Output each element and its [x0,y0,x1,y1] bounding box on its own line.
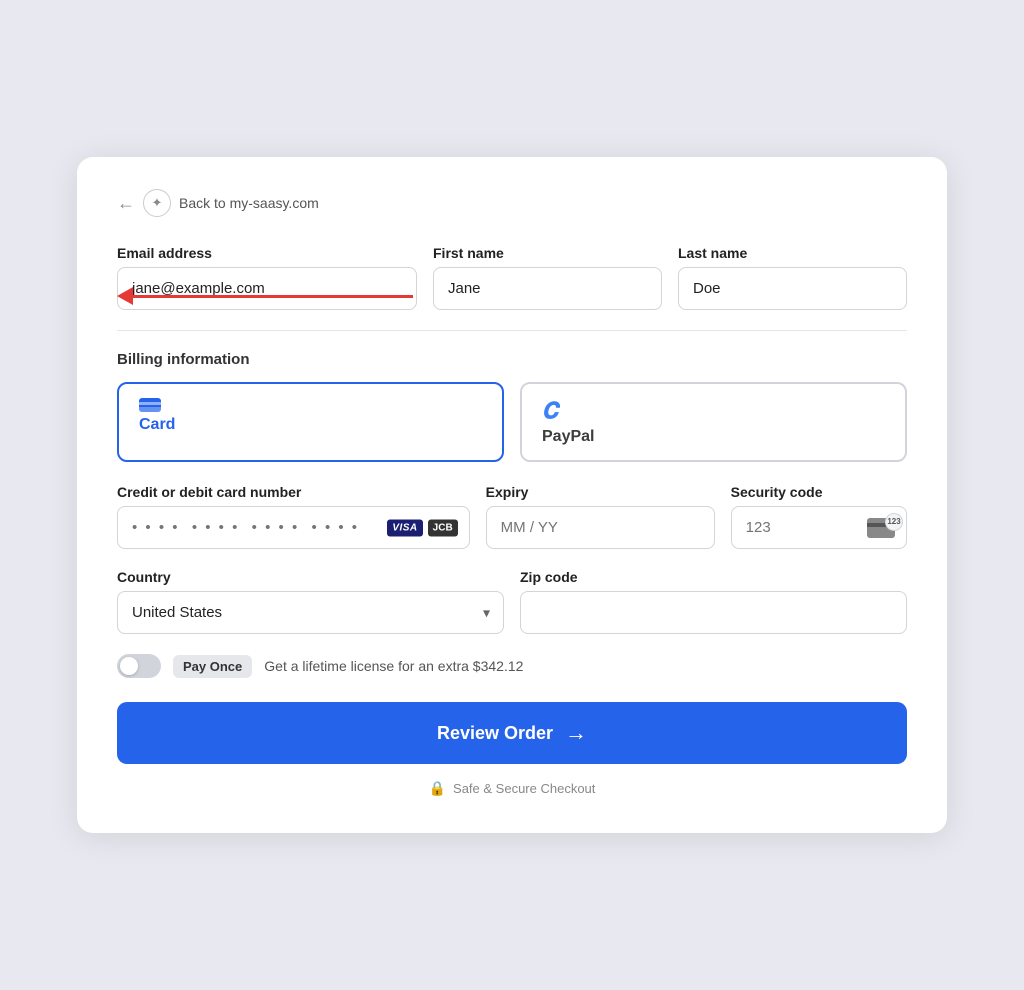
pay-once-description: Get a lifetime license for an extra $342… [264,658,523,674]
card-details-row: Credit or debit card number VISA JCB Exp… [117,484,907,549]
country-select[interactable]: United States Canada United Kingdom Aust… [117,591,504,634]
cvv-badge: 123 [885,513,903,531]
firstname-input[interactable] [433,267,662,310]
country-select-wrap: United States Canada United Kingdom Aust… [117,591,504,634]
cvv-card-shape: 123 [867,518,895,538]
paypal-button-label: PayPal [542,428,594,446]
email-group: Email address [117,245,417,310]
paypal-payment-button[interactable]: 𝐂 PayPal [520,382,907,462]
visa-icon: VISA [387,519,422,536]
pay-once-row: Pay Once Get a lifetime license for an e… [117,654,907,678]
review-order-button[interactable]: Review Order → [117,702,907,764]
lastname-input[interactable] [678,267,907,310]
country-group: Country United States Canada United King… [117,569,504,634]
back-link[interactable]: ← ✦ Back to my-saasy.com [117,189,319,217]
secure-label: Safe & Secure Checkout [453,781,595,796]
lastname-label: Last name [678,245,907,261]
card-bar-icon [139,398,161,412]
card-strip [139,402,161,405]
expiry-group: Expiry [486,484,715,549]
security-group: Security code 123 [731,484,907,549]
card-number-label: Credit or debit card number [117,484,470,500]
firstname-label: First name [433,245,662,261]
cvv-icon: 123 [867,518,895,538]
zipcode-group: Zip code [520,569,907,634]
card-payment-button[interactable]: Card [117,382,504,462]
card-number-group: Credit or debit card number VISA JCB [117,484,470,549]
lock-icon: 🔒 [429,780,446,797]
logo-icon: ✦ [143,189,171,217]
lastname-group: Last name [678,245,907,310]
secure-checkout-row: 🔒 Safe & Secure Checkout [117,780,907,797]
pay-once-toggle[interactable] [117,654,161,678]
zipcode-input[interactable] [520,591,907,634]
checkout-form: ← ✦ Back to my-saasy.com Email address F… [77,157,947,833]
address-row: Country United States Canada United King… [117,569,907,634]
card-number-wrap: VISA JCB [117,506,470,549]
payment-methods-row: Card 𝐂 PayPal [117,382,907,462]
logo-symbol: ✦ [152,195,163,211]
section-divider [117,330,907,331]
email-label: Email address [117,245,417,261]
email-input[interactable] [117,267,417,310]
billing-section-title: Billing information [117,351,907,368]
review-order-label: Review Order [437,723,553,744]
paypal-icon: 𝐂 [542,398,558,424]
back-arrow-icon: ← [117,194,135,212]
card-button-label: Card [139,416,175,434]
firstname-group: First name [433,245,662,310]
country-label: Country [117,569,504,585]
security-wrap: 123 [731,506,907,549]
jcb-icon: JCB [428,519,458,536]
pay-once-badge: Pay Once [173,655,252,678]
card-icon [139,398,161,412]
back-label: Back to my-saasy.com [179,195,319,211]
contact-row: Email address First name Last name [117,245,907,310]
expiry-input[interactable] [486,506,715,549]
expiry-label: Expiry [486,484,715,500]
zipcode-label: Zip code [520,569,907,585]
card-logos: VISA JCB [387,519,457,536]
arrow-right-icon: → [565,720,587,746]
security-label: Security code [731,484,907,500]
